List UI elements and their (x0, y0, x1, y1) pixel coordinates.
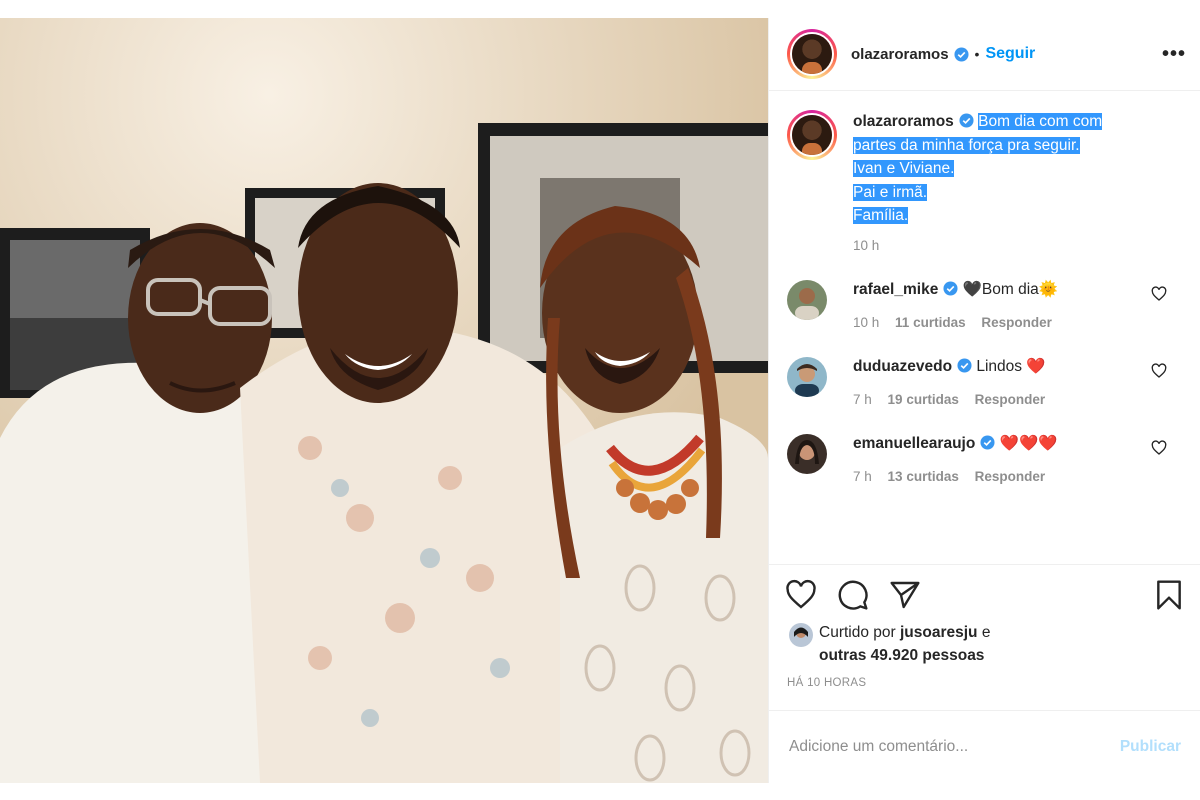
caption-time[interactable]: 10 h (853, 238, 1183, 253)
comment-text: Lindos ❤️ (976, 357, 1046, 375)
caption-text-line: partes da minha força pra seguir. (853, 136, 1080, 154)
comment-text: 🖤Bom dia🌞 (962, 280, 1059, 298)
comment-likes[interactable]: 19 curtidas (888, 392, 959, 407)
action-icons (785, 577, 1185, 613)
heart-icon[interactable] (1151, 362, 1167, 379)
comments-section: olazaroramos Bom dia com com partes da m… (769, 92, 1200, 564)
comment-icon[interactable] (837, 579, 869, 611)
share-icon[interactable] (889, 579, 921, 611)
commenter-avatar[interactable] (787, 356, 827, 397)
liked-by-others[interactable]: outras 49.920 pessoas (819, 647, 984, 664)
comment-time[interactable]: 7 h (853, 392, 872, 407)
liked-by: Curtido por jusoaresju e outras 49.920 p… (785, 621, 1185, 667)
more-options-icon[interactable]: ••• (1162, 43, 1186, 66)
liked-by-user[interactable]: jusoaresju (900, 624, 978, 641)
add-comment-bar: Adicione um comentário... Publicar (769, 710, 1200, 783)
comment-likes[interactable]: 13 curtidas (888, 469, 959, 484)
family-photo-illustration (0, 18, 768, 783)
commenter-username[interactable]: emanuellearaujo (853, 435, 975, 452)
post-actions: Curtido por jusoaresju e outras 49.920 p… (769, 564, 1200, 689)
caption-text-line: Bom dia com com (978, 113, 1103, 130)
commenter-username[interactable]: duduazevedo (853, 358, 952, 375)
verified-badge-icon (980, 434, 995, 450)
commenter-avatar[interactable] (787, 279, 827, 320)
comment-item: rafael_mike 🖤Bom dia🌞 10 h 11 curtidas R… (787, 279, 1183, 330)
like-heart-icon[interactable] (785, 579, 817, 611)
comment-item: emanuellearaujo ❤️❤️❤️ 7 h 13 curtidas R… (787, 433, 1183, 484)
comment-item: duduazevedo Lindos ❤️ 7 h 19 curtidas Re… (787, 356, 1183, 407)
commenter-username[interactable]: rafael_mike (853, 281, 938, 298)
liker-avatar[interactable] (789, 623, 813, 647)
caption-body: olazaroramos Bom dia com com partes da m… (853, 110, 1103, 228)
comment-time[interactable]: 7 h (853, 469, 872, 484)
caption-username[interactable]: olazaroramos (853, 113, 954, 130)
follow-button[interactable]: Seguir (985, 45, 1035, 63)
reply-button[interactable]: Responder (975, 392, 1046, 407)
comment-time[interactable]: 10 h (853, 315, 879, 330)
verified-badge-icon (954, 46, 969, 62)
instagram-post: olazaroramos • Seguir ••• olazaroramos B… (0, 18, 1200, 783)
caption-author-avatar[interactable] (787, 110, 837, 160)
comment-likes[interactable]: 11 curtidas (895, 315, 966, 330)
reply-button[interactable]: Responder (981, 315, 1052, 330)
caption-text-line: Família. (853, 207, 909, 224)
caption-text-line: Pai e irmã. (853, 183, 928, 201)
comment-text: ❤️❤️❤️ (999, 434, 1058, 452)
post-caption: olazaroramos Bom dia com com partes da m… (787, 110, 1183, 228)
verified-badge-icon (957, 357, 972, 373)
heart-icon[interactable] (1151, 285, 1167, 302)
separator-dot: • (974, 46, 980, 62)
verified-badge-icon (943, 280, 958, 296)
posted-time[interactable]: HÁ 10 HORAS (787, 677, 1185, 689)
post-header: olazaroramos • Seguir ••• (769, 18, 1200, 91)
post-side-panel: olazaroramos • Seguir ••• olazaroramos B… (768, 18, 1200, 783)
author-avatar[interactable] (787, 29, 837, 79)
comment-input[interactable]: Adicione um comentário... (789, 738, 1120, 756)
caption-text-line: Ivan e Viviane. (853, 160, 955, 177)
commenter-avatar[interactable] (787, 433, 827, 474)
author-username[interactable]: olazaroramos (851, 46, 949, 63)
bookmark-icon[interactable] (1153, 579, 1185, 611)
post-photo[interactable] (0, 18, 768, 783)
heart-icon[interactable] (1151, 439, 1167, 456)
liked-by-prefix: Curtido por (819, 624, 896, 641)
verified-badge-icon (959, 113, 974, 128)
publish-button[interactable]: Publicar (1120, 738, 1181, 756)
reply-button[interactable]: Responder (975, 469, 1046, 484)
liked-by-and: e (981, 624, 991, 641)
